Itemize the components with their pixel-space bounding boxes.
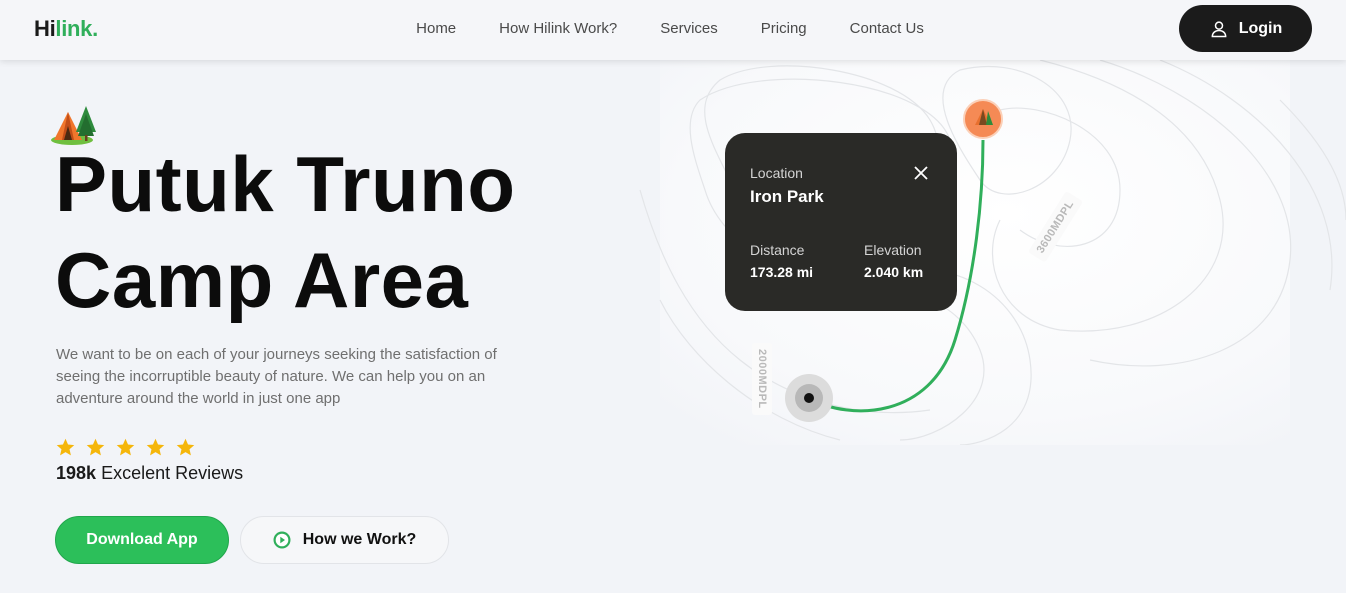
hero-title-line1: Putuk Truno (55, 140, 516, 228)
logo-prefix: Hi (34, 16, 56, 41)
rating-stars (55, 437, 196, 458)
nav-link-how-hilink-work[interactable]: How Hilink Work? (499, 20, 617, 37)
location-value: Iron Park (750, 187, 824, 206)
reviews-count: 198k (56, 463, 97, 483)
nav-links: Home How Hilink Work? Services Pricing C… (0, 20, 1346, 37)
navbar: Hilink. Home How Hilink Work? Services P… (0, 0, 1346, 60)
location-pin-icon[interactable] (962, 99, 1004, 141)
login-label: Login (1238, 19, 1283, 37)
distance-value: 173.28 mi (750, 264, 814, 280)
start-point-icon[interactable] (784, 373, 834, 423)
user-icon (1211, 20, 1227, 37)
star-icon (146, 438, 165, 456)
altitude-label-low: 2000MDPL (752, 343, 772, 415)
nav-link-pricing[interactable]: Pricing (761, 20, 807, 37)
download-app-label: Download App (86, 531, 198, 548)
hero-description: We want to be on each of your journeys s… (56, 346, 497, 407)
hero-title: Putuk Truno Camp Area (55, 136, 695, 328)
nav-link-home[interactable]: Home (416, 20, 456, 37)
how-we-work-button[interactable]: How we Work? (240, 516, 449, 564)
play-icon (273, 531, 291, 549)
location-info-card: Location Iron Park Distance 173.28 mi El… (725, 133, 957, 311)
reviews-label: Excelent Reviews (101, 463, 244, 483)
star-icon (56, 438, 75, 456)
elevation-label: Elevation (864, 242, 922, 258)
logo[interactable]: Hilink. (34, 16, 98, 42)
download-app-button[interactable]: Download App (55, 516, 229, 564)
star-icon (176, 438, 195, 456)
close-icon[interactable] (912, 164, 930, 182)
star-icon (86, 438, 105, 456)
reviews-summary: 198k Excelent Reviews (56, 463, 243, 484)
location-label: Location (750, 165, 803, 181)
how-we-work-label: How we Work? (302, 531, 417, 548)
logo-suffix: link. (55, 16, 98, 41)
star-icon (116, 438, 135, 456)
hero-title-line2: Camp Area (55, 236, 469, 324)
distance-label: Distance (750, 242, 805, 258)
nav-link-services[interactable]: Services (660, 20, 718, 37)
nav-link-contact-us[interactable]: Contact Us (850, 20, 924, 37)
elevation-value: 2.040 km (864, 264, 924, 280)
login-button[interactable]: Login (1179, 5, 1312, 52)
